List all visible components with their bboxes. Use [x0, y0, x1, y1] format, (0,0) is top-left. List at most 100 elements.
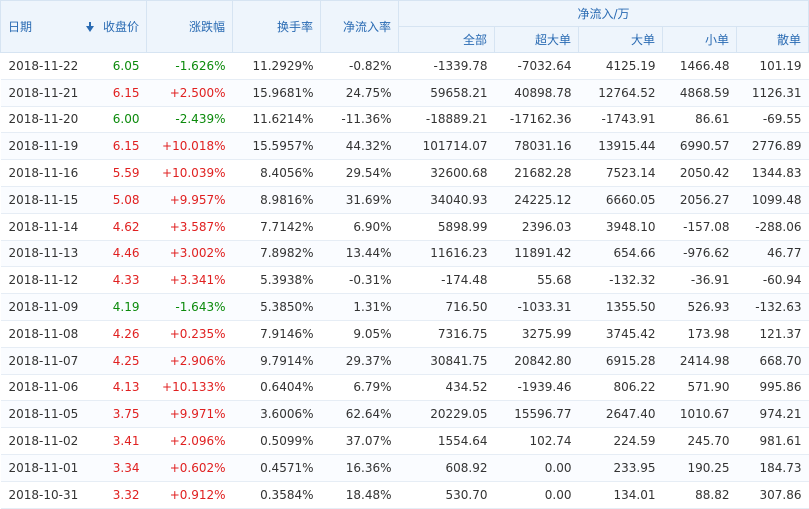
table-row: 2018-11-13 4.46 +3.002% 7.8982% 13.44% 11616.…: [0, 240, 809, 268]
table-row: 2018-11-09 4.19 -1.643% 5.3850% 1.31% 716.50-…: [0, 293, 809, 321]
total-cell: 20229.05: [398, 400, 495, 429]
total-cell: 101714.07: [398, 132, 495, 161]
header-net-ratio[interactable]: 净流入率: [320, 0, 399, 53]
super-large-cell: 55.68: [494, 266, 579, 295]
close-cell: 4.62: [94, 213, 147, 241]
table-row: 2018-11-06 4.13 +10.133% 0.6404% 6.79% 434.52…: [0, 374, 809, 402]
total-cell: -1339.78: [398, 52, 495, 80]
large-cell: 806.22: [578, 374, 663, 402]
retail-cell: -69.55: [736, 106, 809, 134]
table-row: 2018-11-08 4.26 +0.235% 7.9146% 9.05% 7316.75…: [0, 320, 809, 348]
turnover-cell: 0.3584%: [232, 481, 321, 509]
header-turnover[interactable]: 换手率: [232, 0, 321, 53]
table-row: 2018-11-15 5.08 +9.957% 8.9816% 31.69% 34040.…: [0, 186, 809, 214]
table-row: 2018-11-07 4.25 +2.906% 9.7914% 29.37% 30841.…: [0, 347, 809, 375]
header-date[interactable]: 日期: [0, 0, 79, 53]
fund-flow-table: 日期 收盘价 涨跌幅 换手率 净流入率 净流入/万 全部 超大单 大单 小单 散…: [0, 0, 809, 509]
retail-cell: -288.06: [736, 213, 809, 241]
large-cell: 654.66: [578, 240, 663, 268]
retail-cell: -132.63: [736, 293, 809, 321]
change-cell: -1.626%: [146, 52, 233, 80]
net-ratio-cell: 9.05%: [320, 320, 399, 348]
header-change[interactable]: 涨跌幅: [146, 0, 233, 53]
net-ratio-cell: 44.32%: [320, 132, 399, 161]
header-total[interactable]: 全部: [398, 26, 495, 53]
retail-cell: 307.86: [736, 481, 809, 509]
table-header: 日期 收盘价 涨跌幅 换手率 净流入率 净流入/万 全部 超大单 大单 小单 散…: [0, 0, 809, 53]
change-cell: +2.096%: [146, 427, 233, 455]
retail-cell: 2776.89: [736, 132, 809, 161]
close-cell: 4.13: [94, 374, 147, 402]
header-net-inflow-group: 净流入/万: [397, 0, 809, 27]
large-cell: 6660.05: [578, 186, 663, 214]
large-cell: 2647.40: [578, 400, 663, 429]
turnover-cell: 0.6404%: [232, 374, 321, 402]
table-body: 2018-11-22 6.05 -1.626% 11.2929% -0.82% -1339…: [0, 52, 809, 509]
large-cell: 6915.28: [578, 347, 663, 375]
total-cell: 530.70: [398, 481, 495, 509]
large-cell: 233.95: [578, 454, 663, 482]
small-cell: -157.08: [662, 213, 737, 241]
change-cell: +0.912%: [146, 481, 233, 509]
date-cell: 2018-11-19: [0, 132, 95, 161]
net-ratio-cell: 1.31%: [320, 293, 399, 321]
small-cell: 1466.48: [662, 52, 737, 80]
large-cell: 134.01: [578, 481, 663, 509]
retail-cell: 1126.31: [736, 79, 809, 107]
small-cell: -36.91: [662, 266, 737, 295]
small-cell: 2056.27: [662, 186, 737, 214]
date-cell: 2018-11-06: [0, 374, 95, 402]
net-ratio-cell: -0.82%: [320, 52, 399, 80]
retail-cell: 1099.48: [736, 186, 809, 214]
net-ratio-cell: 13.44%: [320, 240, 399, 268]
net-ratio-cell: 62.64%: [320, 400, 399, 429]
total-cell: 59658.21: [398, 79, 495, 107]
large-cell: 13915.44: [578, 132, 663, 161]
close-cell: 3.75: [94, 400, 147, 429]
net-ratio-cell: -11.36%: [320, 106, 399, 134]
net-ratio-cell: 6.90%: [320, 213, 399, 241]
retail-cell: 1344.83: [736, 159, 809, 187]
header-small[interactable]: 小单: [662, 26, 737, 53]
change-cell: +9.957%: [146, 186, 233, 214]
sort-desc-icon[interactable]: [78, 0, 95, 53]
net-ratio-cell: 29.54%: [320, 159, 399, 187]
net-ratio-cell: 29.37%: [320, 347, 399, 375]
change-cell: +0.602%: [146, 454, 233, 482]
super-large-cell: 20842.80: [494, 347, 579, 375]
super-large-cell: -1033.31: [494, 293, 579, 321]
retail-cell: 974.21: [736, 400, 809, 429]
date-cell: 2018-11-09: [0, 293, 95, 321]
header-super-large[interactable]: 超大单: [494, 26, 579, 53]
retail-cell: 46.77: [736, 240, 809, 268]
large-cell: 7523.14: [578, 159, 663, 187]
retail-cell: 121.37: [736, 320, 809, 348]
table-row: 2018-11-19 6.15 +10.018% 15.5957% 44.32% 1017…: [0, 132, 809, 161]
change-cell: +3.587%: [146, 213, 233, 241]
change-cell: +10.133%: [146, 374, 233, 402]
turnover-cell: 3.6006%: [232, 400, 321, 429]
turnover-cell: 0.5099%: [232, 427, 321, 455]
date-cell: 2018-11-21: [0, 79, 95, 107]
super-large-cell: 24225.12: [494, 186, 579, 214]
close-cell: 3.32: [94, 481, 147, 509]
header-retail[interactable]: 散单: [735, 26, 809, 53]
super-large-cell: 15596.77: [494, 400, 579, 429]
change-cell: +0.235%: [146, 320, 233, 348]
total-cell: 32600.68: [398, 159, 495, 187]
retail-cell: 184.73: [736, 454, 809, 482]
large-cell: 3948.10: [578, 213, 663, 241]
retail-cell: 981.61: [736, 427, 809, 455]
close-cell: 3.41: [94, 427, 147, 455]
header-close[interactable]: 收盘价: [94, 0, 147, 53]
close-cell: 4.33: [94, 266, 147, 295]
turnover-cell: 8.4056%: [232, 159, 321, 187]
total-cell: 30841.75: [398, 347, 495, 375]
total-cell: -18889.21: [398, 106, 495, 134]
large-cell: 12764.52: [578, 79, 663, 107]
table-row: 2018-11-22 6.05 -1.626% 11.2929% -0.82% -1339…: [0, 52, 809, 80]
retail-cell: 101.19: [736, 52, 809, 80]
header-large[interactable]: 大单: [578, 26, 663, 53]
small-cell: 88.82: [662, 481, 737, 509]
close-cell: 5.08: [94, 186, 147, 214]
